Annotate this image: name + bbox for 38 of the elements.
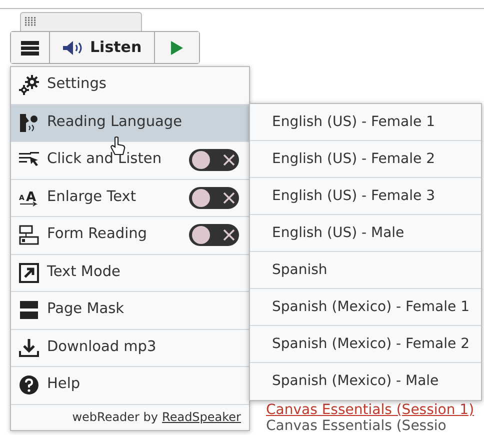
menu-item[interactable]: Settings	[11, 67, 249, 104]
language-option[interactable]: English (US) - Male	[250, 215, 481, 252]
language-option[interactable]: English (US) - Female 1	[250, 104, 481, 141]
page-mask-icon	[19, 300, 39, 320]
menu-item[interactable]: Page Mask	[11, 292, 249, 330]
form-icon	[19, 225, 39, 246]
language-option[interactable]: English (US) - Female 3	[250, 178, 481, 215]
toggle-switch[interactable]	[189, 186, 239, 209]
arrow-box-icon	[19, 262, 39, 283]
credit-text: webReader by	[72, 409, 158, 426]
speaking-head-icon	[19, 112, 39, 133]
toggle-switch[interactable]	[189, 224, 239, 246]
language-option[interactable]: English (US) - Female 2	[250, 141, 481, 178]
menu-button[interactable]	[11, 32, 50, 63]
close-icon	[222, 190, 236, 205]
language-option[interactable]: Spanish (Mexico) - Female 1	[250, 289, 481, 326]
menu-item[interactable]: Help	[11, 367, 249, 404]
menu-item[interactable]: Click and Listen	[11, 142, 249, 180]
menu-item[interactable]: Download mp3	[11, 330, 249, 367]
gears-icon	[19, 75, 39, 96]
download-icon	[19, 338, 39, 358]
close-icon	[222, 228, 236, 242]
menu-item[interactable]: Form Reading	[11, 217, 249, 254]
play-icon	[170, 40, 183, 54]
menu-icon	[21, 40, 39, 56]
language-option[interactable]: Spanish (Mexico) - Male	[250, 363, 481, 400]
credit-link[interactable]: ReadSpeaker	[162, 408, 241, 426]
speaker-icon	[62, 40, 84, 56]
help-icon	[19, 375, 39, 396]
page-text: Canvas Essentials (Sessio	[266, 417, 446, 435]
language-option[interactable]: Spanish (Mexico) - Female 2	[250, 326, 481, 363]
drag-handle[interactable]	[20, 12, 142, 32]
menu-item[interactable]: Reading Language	[11, 104, 249, 142]
close-icon	[222, 153, 236, 168]
menu-item[interactable]: Text Mode	[11, 254, 249, 292]
language-option[interactable]: Spanish	[250, 252, 481, 289]
grip-icon	[25, 17, 37, 27]
toggle-switch[interactable]	[189, 149, 239, 172]
